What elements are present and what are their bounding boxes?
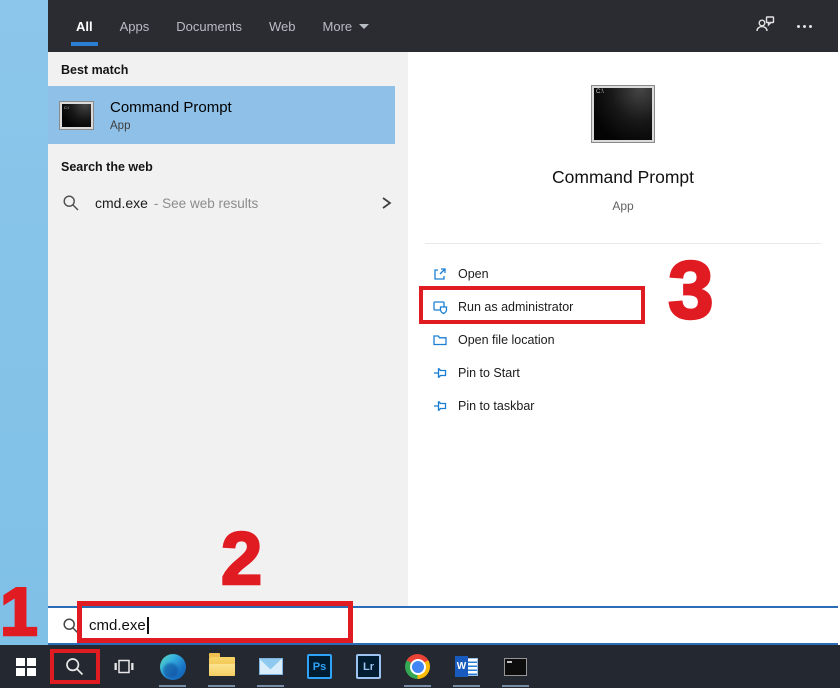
start-button[interactable] [1, 645, 50, 688]
tab-documents[interactable]: Documents [176, 0, 242, 52]
web-search-section-label: Search the web [61, 160, 408, 174]
search-flyout: All Apps Documents Web More [48, 0, 838, 645]
task-view-icon [112, 656, 135, 677]
more-options-icon[interactable] [797, 25, 812, 28]
taskbar-item-file-explorer[interactable] [197, 645, 246, 688]
command-prompt-icon [60, 102, 93, 129]
action-pin-to-taskbar-label: Pin to taskbar [458, 399, 534, 413]
action-run-as-administrator[interactable]: Run as administrator [432, 290, 838, 323]
action-pin-to-start[interactable]: Pin to Start [432, 356, 838, 389]
taskbar-item-lightroom[interactable]: Lr [344, 645, 393, 688]
search-input-value: cmd.exe [89, 617, 146, 634]
action-run-as-administrator-label: Run as administrator [458, 300, 573, 314]
windows-logo-icon [16, 658, 36, 676]
account-icon[interactable] [754, 14, 776, 39]
search-results-body: Best match Command Prompt App Search the… [48, 52, 838, 606]
search-filter-tabs: All Apps Documents Web More [48, 0, 369, 52]
action-open-label: Open [458, 267, 489, 281]
taskbar-item-command-prompt[interactable] [491, 645, 540, 688]
tab-more-label: More [323, 19, 353, 34]
open-icon [432, 266, 448, 282]
command-prompt-icon [504, 658, 527, 676]
action-open[interactable]: Open [432, 257, 838, 290]
best-match-result[interactable]: Command Prompt App [48, 86, 395, 144]
results-panel: Best match Command Prompt App Search the… [48, 52, 408, 606]
search-input[interactable]: cmd.exe [80, 617, 149, 634]
edge-icon [160, 654, 186, 680]
action-pin-to-start-label: Pin to Start [458, 366, 520, 380]
action-open-file-location[interactable]: Open file location [432, 323, 838, 356]
best-match-subtitle: App [110, 120, 232, 132]
command-prompt-icon-large [592, 86, 654, 142]
screen: All Apps Documents Web More [0, 0, 840, 688]
tab-all-label: All [76, 19, 93, 34]
search-icon [64, 656, 85, 677]
taskbar-search-button[interactable] [50, 645, 99, 688]
folder-icon [432, 332, 448, 348]
chevron-down-icon [359, 24, 369, 29]
mail-icon [259, 658, 283, 675]
topbar-actions [754, 0, 838, 52]
web-search-suffix: - See web results [154, 196, 258, 211]
preview-actions: Open Run as administrator Open file [408, 244, 838, 422]
search-tabs-bar: All Apps Documents Web More [48, 0, 838, 52]
best-match-text: Command Prompt App [110, 99, 232, 132]
pin-icon [432, 365, 448, 381]
preview-title: Command Prompt [552, 167, 694, 188]
action-open-file-location-label: Open file location [458, 333, 555, 347]
preview-panel: Command Prompt App Open [408, 52, 838, 606]
web-search-result[interactable]: cmd.exe - See web results [48, 183, 408, 223]
search-icon [62, 194, 80, 212]
tab-web[interactable]: Web [269, 0, 296, 52]
taskbar-item-word[interactable]: W [442, 645, 491, 688]
web-search-query: cmd.exe [95, 195, 148, 211]
chrome-icon [405, 654, 430, 679]
action-pin-to-taskbar[interactable]: Pin to taskbar [432, 389, 838, 422]
tab-more[interactable]: More [323, 0, 370, 52]
preview-subtitle: App [612, 199, 633, 213]
taskbar-item-photoshop[interactable]: Ps [295, 645, 344, 688]
pin-icon [432, 398, 448, 414]
best-match-section-label: Best match [61, 63, 408, 77]
text-cursor [147, 617, 149, 634]
photoshop-icon: Ps [307, 654, 332, 679]
tab-web-label: Web [269, 19, 296, 34]
task-view-button[interactable] [99, 645, 148, 688]
search-bar[interactable]: cmd.exe [48, 606, 838, 645]
taskbar-item-edge[interactable] [148, 645, 197, 688]
word-icon: W [455, 656, 478, 677]
search-icon [62, 617, 80, 635]
desktop-background [0, 0, 48, 645]
file-explorer-icon [209, 657, 235, 676]
taskbar-item-mail[interactable] [246, 645, 295, 688]
tab-apps[interactable]: Apps [120, 0, 150, 52]
run-as-administrator-icon [432, 299, 448, 315]
tab-documents-label: Documents [176, 19, 242, 34]
taskbar: Ps Lr W [0, 645, 840, 688]
lightroom-icon: Lr [356, 654, 381, 679]
best-match-title: Command Prompt [110, 99, 232, 116]
taskbar-item-chrome[interactable] [393, 645, 442, 688]
tab-all[interactable]: All [76, 0, 93, 52]
tab-apps-label: Apps [120, 19, 150, 34]
chevron-right-icon[interactable] [379, 195, 393, 211]
